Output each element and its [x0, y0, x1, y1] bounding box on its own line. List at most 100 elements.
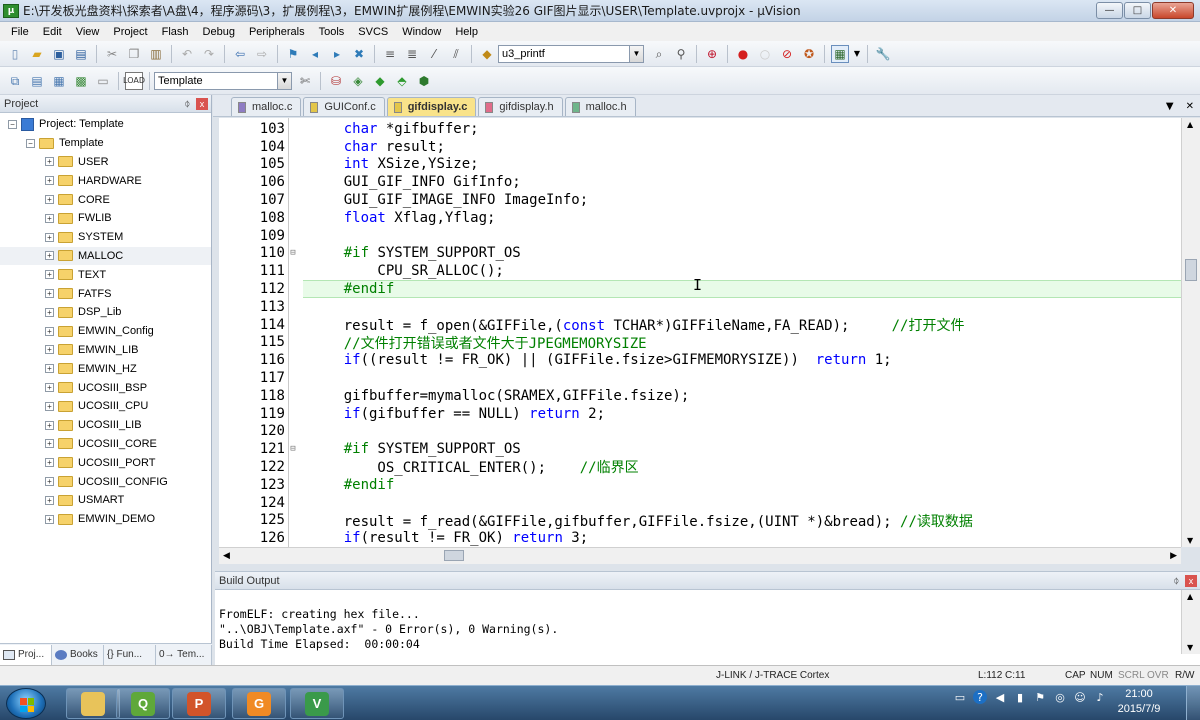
tab-functions[interactable]: {} Fun... [104, 644, 156, 665]
tree-group[interactable]: + HARDWARE [0, 171, 211, 190]
tab-books[interactable]: Books [52, 644, 104, 665]
editor-tab[interactable]: gifdisplay.h [478, 97, 563, 116]
unindent-icon[interactable]: ≣ [403, 45, 421, 63]
menu-debug[interactable]: Debug [196, 26, 242, 38]
tree-group[interactable]: + USER [0, 153, 211, 172]
collapse-icon[interactable]: − [26, 138, 35, 148]
undo-icon[interactable]: ↶ [178, 45, 196, 63]
run-time-environment-icon[interactable]: ⬢ [415, 72, 433, 90]
new-file-icon[interactable]: ▯ [6, 45, 24, 63]
editor-tab[interactable]: malloc.c [231, 97, 302, 116]
tab-list-dropdown-icon[interactable]: ▼ [1166, 101, 1174, 112]
expand-icon[interactable]: + [45, 326, 54, 336]
start-button[interactable] [6, 688, 46, 719]
speaker-icon[interactable]: ◀ [993, 690, 1007, 704]
tray-app-icon[interactable]: ☺ [1073, 690, 1087, 704]
expand-icon[interactable]: + [45, 195, 54, 205]
panel-close-icon[interactable]: x [196, 97, 208, 110]
menu-edit[interactable]: Edit [36, 26, 69, 38]
taskbar-explorer-button[interactable] [66, 688, 120, 719]
chevron-down-icon[interactable]: ▼ [853, 45, 861, 63]
tree-group[interactable]: + CORE [0, 190, 211, 209]
comment-icon[interactable]: ⁄ [425, 45, 443, 63]
clear-bookmarks-icon[interactable]: ✖ [350, 45, 368, 63]
menu-svcs[interactable]: SVCS [351, 26, 395, 38]
editor-vertical-scrollbar[interactable]: ▲ ▼ [1181, 118, 1200, 547]
find-icon[interactable]: ⌕ [650, 45, 668, 63]
pin-icon[interactable]: ᛰ [1174, 576, 1179, 586]
uncomment-icon[interactable]: ⫽ [447, 45, 465, 63]
editor-horizontal-scrollbar[interactable]: ◀ ▶ [219, 547, 1181, 564]
indent-icon[interactable]: ≡ [381, 45, 399, 63]
expand-icon[interactable]: + [45, 477, 54, 487]
menu-flash[interactable]: Flash [155, 26, 196, 38]
tree-group[interactable]: + UCOSIII_LIB [0, 416, 211, 435]
tree-group[interactable]: + FATFS [0, 284, 211, 303]
nav-back-icon[interactable]: ⇦ [231, 45, 249, 63]
tree-group[interactable]: + USMART [0, 491, 211, 510]
scroll-up-icon[interactable]: ▲ [1187, 592, 1193, 601]
rebuild-icon[interactable]: ▦ [50, 72, 68, 90]
scroll-down-icon[interactable]: ▼ [1187, 536, 1193, 545]
tree-group[interactable]: + EMWIN_DEMO [0, 510, 211, 529]
save-all-icon[interactable]: ▤ [72, 45, 90, 63]
tree-group[interactable]: + UCOSIII_CPU [0, 397, 211, 416]
configure-icon[interactable]: 🔧 [874, 45, 892, 63]
menu-project[interactable]: Project [106, 26, 154, 38]
stop-build-icon[interactable]: ▭ [94, 72, 112, 90]
tree-group[interactable]: + MALLOC [0, 246, 211, 266]
build-output-text[interactable]: FromELF: creating hex file... "..\OBJ\Tem… [215, 590, 1200, 654]
expand-icon[interactable]: + [45, 157, 54, 167]
tab-project[interactable]: Proj... [0, 644, 52, 665]
expand-icon[interactable]: + [45, 495, 54, 505]
scroll-left-icon[interactable]: ◀ [223, 551, 230, 561]
tray-app-icon[interactable]: ◎ [1053, 690, 1067, 704]
tree-group[interactable]: + UCOSIII_PORT [0, 453, 211, 472]
tree-group[interactable]: + EMWIN_Config [0, 322, 211, 341]
keyboard-icon[interactable]: ▭ [953, 690, 967, 704]
kill-all-breakpoints-icon[interactable]: ✪ [800, 45, 818, 63]
flag-icon[interactable]: ⚑ [1033, 690, 1047, 704]
expand-icon[interactable]: + [45, 401, 54, 411]
editor-tab[interactable]: gifdisplay.c [386, 97, 477, 116]
prev-bookmark-icon[interactable]: ◂ [306, 45, 324, 63]
expand-icon[interactable]: + [45, 383, 54, 393]
menu-peripherals[interactable]: Peripherals [242, 26, 312, 38]
open-folder-icon[interactable]: ▰ [28, 45, 46, 63]
scrollbar-thumb[interactable] [1185, 259, 1197, 281]
expand-icon[interactable]: + [45, 420, 54, 430]
expand-icon[interactable]: + [45, 514, 54, 524]
expand-icon[interactable]: + [45, 213, 54, 223]
batch-build-icon[interactable]: ▩ [72, 72, 90, 90]
menu-file[interactable]: File [4, 26, 36, 38]
save-icon[interactable]: ▣ [50, 45, 68, 63]
chevron-down-icon[interactable]: ▼ [629, 45, 643, 62]
fold-toggle-icon[interactable]: ⊟ [288, 444, 298, 454]
translate-icon[interactable]: ⧉ [6, 72, 24, 90]
volume-icon[interactable]: ♪ [1093, 690, 1107, 704]
tree-group[interactable]: + EMWIN_HZ [0, 359, 211, 378]
paste-icon[interactable]: ▥ [147, 45, 165, 63]
collapse-icon[interactable]: − [8, 119, 17, 129]
menu-view[interactable]: View [69, 26, 107, 38]
editor-tab[interactable]: GUIConf.c [303, 97, 385, 116]
scroll-up-icon[interactable]: ▲ [1187, 120, 1193, 129]
download-load-icon[interactable]: LOAD [123, 71, 145, 90]
find-in-files-icon[interactable]: ◆ [478, 45, 496, 63]
taskbar-app-q-button[interactable]: Q [116, 688, 170, 719]
target-combo[interactable]: Template ▼ [154, 71, 292, 90]
tree-group[interactable]: + UCOSIII_CORE [0, 435, 211, 454]
close-button[interactable]: ✕ [1152, 2, 1194, 19]
taskbar-foxit-button[interactable]: G [232, 688, 286, 719]
expand-icon[interactable]: + [45, 439, 54, 449]
file-extensions-icon[interactable]: ⛁ [327, 72, 345, 90]
debug-session-icon[interactable]: ⊕ [703, 45, 721, 63]
nav-forward-icon[interactable]: ⇨ [253, 45, 271, 63]
editor-tab[interactable]: malloc.h [564, 97, 636, 116]
copy-icon[interactable]: ❐ [125, 45, 143, 63]
editor-close-icon[interactable]: ✕ [1186, 101, 1194, 112]
tree-target[interactable]: − Template [0, 134, 211, 153]
expand-icon[interactable]: + [45, 345, 54, 355]
redo-icon[interactable]: ↷ [200, 45, 218, 63]
clock[interactable]: 21:00 2015/7/9 [1112, 687, 1166, 717]
